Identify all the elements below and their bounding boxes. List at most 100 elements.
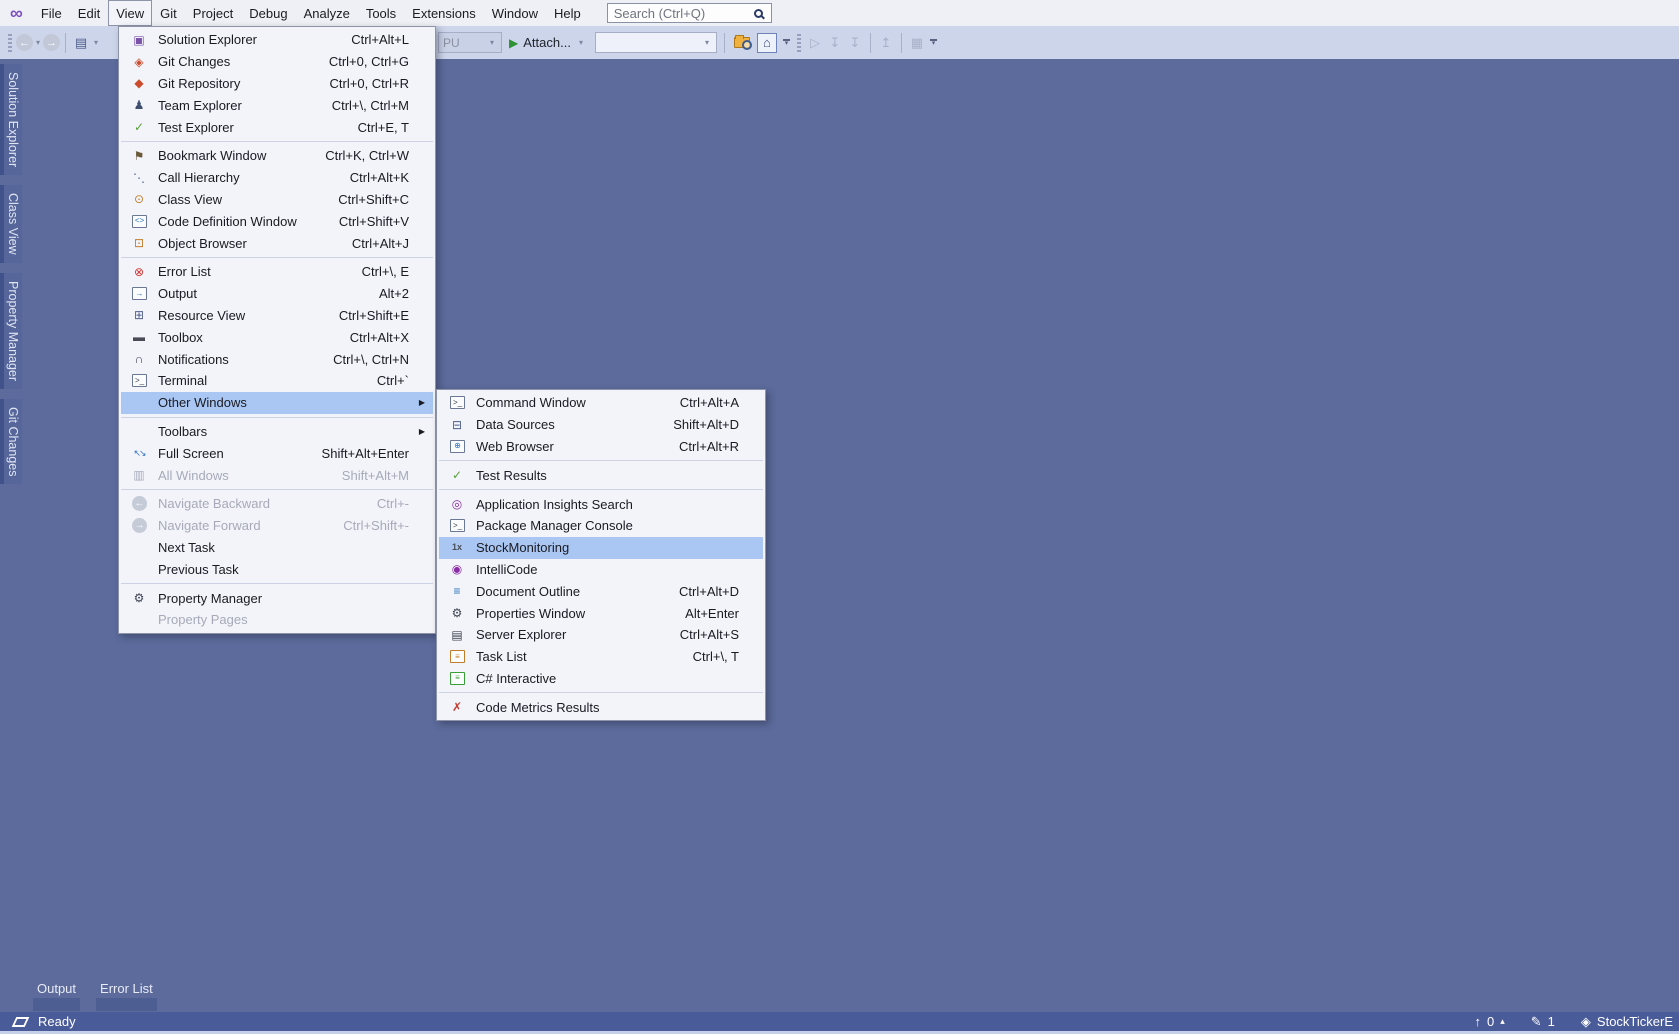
menubar-item[interactable]: Analyze bbox=[296, 0, 358, 26]
repo-name-label[interactable]: StockTickerE bbox=[1597, 1014, 1673, 1029]
menu-item[interactable]: ⊡ Object Browser Ctrl+Alt+J bbox=[119, 232, 435, 254]
menu-item-icon: ∩ bbox=[128, 351, 150, 367]
menu-item[interactable] bbox=[119, 486, 435, 493]
menu-item[interactable]: ⊗ Error List Ctrl+\, E bbox=[119, 261, 435, 283]
toolbar-overflow-button[interactable]: ▾ bbox=[930, 39, 937, 46]
menubar-item[interactable]: Project bbox=[185, 0, 241, 26]
menu-item[interactable]: Toolbars ▶ bbox=[119, 421, 435, 443]
menubar-item[interactable]: Tools bbox=[358, 0, 404, 26]
navigate-forward-button[interactable]: → bbox=[43, 34, 60, 51]
toolbar-grip-handle[interactable] bbox=[797, 34, 801, 52]
menu-item[interactable]: <> Code Definition Window Ctrl+Shift+V bbox=[119, 210, 435, 232]
menu-item[interactable]: ⚙ Property Manager bbox=[119, 587, 435, 609]
menu-item[interactable]: >_ Command Window Ctrl+Alt+A bbox=[437, 392, 765, 414]
menu-item[interactable]: ⊟ Data Sources Shift+Alt+D bbox=[437, 414, 765, 436]
menu-item-icon: ≡ bbox=[450, 672, 465, 685]
toolbar-grip-handle[interactable] bbox=[8, 34, 12, 52]
menu-item[interactable]: ≡ Task List Ctrl+\, T bbox=[437, 646, 765, 668]
side-tab[interactable]: Solution Explorer bbox=[0, 64, 22, 175]
table-grid-disabled-button[interactable]: ▦ bbox=[907, 33, 927, 53]
side-tab[interactable]: Property Manager bbox=[0, 273, 22, 389]
menu-item[interactable]: ✓ Test Results bbox=[437, 464, 765, 486]
menu-item[interactable]: ∩ Notifications Ctrl+\, Ctrl+N bbox=[119, 348, 435, 370]
menu-item[interactable] bbox=[119, 254, 435, 261]
navigate-backward-button[interactable]: ← bbox=[16, 34, 33, 51]
outgoing-commits-count[interactable]: 0 bbox=[1487, 1014, 1494, 1029]
menu-item[interactable]: ← Navigate Backward Ctrl+- bbox=[119, 493, 435, 515]
menu-item[interactable] bbox=[119, 138, 435, 145]
menu-item[interactable]: Previous Task bbox=[119, 558, 435, 580]
debug-target-combo[interactable]: ▾ bbox=[595, 32, 717, 53]
side-tab[interactable]: Class View bbox=[0, 185, 22, 263]
menubar-item[interactable]: View bbox=[108, 0, 152, 26]
menu-item[interactable]: ◎ Application Insights Search bbox=[437, 493, 765, 515]
run-query-disabled-button[interactable]: ▷ bbox=[805, 33, 825, 53]
menu-item[interactable]: ✗ Code Metrics Results bbox=[437, 696, 765, 718]
menu-item[interactable]: >_ Package Manager Console bbox=[437, 515, 765, 537]
menu-item[interactable]: ▤ Server Explorer Ctrl+Alt+S bbox=[437, 624, 765, 646]
commits-collapse-icon[interactable]: ▴ bbox=[1500, 1016, 1505, 1027]
menu-item[interactable]: ✓ Test Explorer Ctrl+E, T bbox=[119, 116, 435, 138]
menu-item[interactable]: ⚑ Bookmark Window Ctrl+K, Ctrl+W bbox=[119, 145, 435, 167]
menubar-item[interactable]: Git bbox=[152, 0, 185, 26]
menu-item[interactable]: → Navigate Forward Ctrl+Shift+- bbox=[119, 515, 435, 537]
menu-item[interactable] bbox=[119, 414, 435, 421]
menu-item[interactable] bbox=[119, 580, 435, 587]
folder-search-icon[interactable] bbox=[734, 37, 750, 48]
menu-item[interactable]: ▬ Toolbox Ctrl+Alt+X bbox=[119, 326, 435, 348]
menu-item-shortcut: Ctrl+Alt+S bbox=[680, 627, 739, 642]
bottom-panel-tab[interactable]: Error List bbox=[96, 981, 157, 1011]
menu-item[interactable]: ≡ C# Interactive bbox=[437, 668, 765, 690]
menu-item[interactable] bbox=[437, 486, 765, 493]
menu-item[interactable]: ◉ IntelliCode bbox=[437, 559, 765, 581]
navigate-backward-dropdown-icon[interactable]: ▾ bbox=[36, 38, 40, 47]
menu-item[interactable]: 1x StockMonitoring bbox=[437, 537, 765, 559]
search-input[interactable]: Search (Ctrl+Q) bbox=[607, 3, 772, 23]
menu-item[interactable]: Other Windows ▶ bbox=[119, 392, 435, 414]
new-window-dropdown-icon[interactable]: ▾ bbox=[94, 38, 98, 47]
new-window-button[interactable]: ▤ bbox=[71, 33, 91, 53]
menu-item[interactable]: ▥ All Windows Shift+Alt+M bbox=[119, 464, 435, 486]
menu-item[interactable] bbox=[437, 457, 765, 464]
menubar-item[interactable]: File bbox=[33, 0, 70, 26]
menu-item[interactable]: → Output Alt+2 bbox=[119, 283, 435, 305]
menu-item[interactable]: ⊞ Resource View Ctrl+Shift+E bbox=[119, 305, 435, 327]
menu-item[interactable]: Next Task bbox=[119, 537, 435, 559]
menu-item[interactable]: Property Pages bbox=[119, 609, 435, 631]
solution-platform-combo[interactable]: PU ▾ bbox=[438, 32, 502, 53]
pending-edits-count[interactable]: 1 bbox=[1548, 1014, 1555, 1029]
side-tab[interactable]: Git Changes bbox=[0, 399, 22, 484]
menubar-item[interactable]: Help bbox=[546, 0, 589, 26]
menu-item[interactable]: ≡ Document Outline Ctrl+Alt+D bbox=[437, 580, 765, 602]
attach-dropdown-icon[interactable]: ▾ bbox=[579, 38, 583, 47]
import-data-alt-disabled-button[interactable]: ↧ bbox=[845, 33, 865, 53]
menu-item[interactable]: ↖↘ Full Screen Shift+Alt+Enter bbox=[119, 442, 435, 464]
menu-item-icon bbox=[128, 539, 150, 555]
menu-item[interactable]: ◆ Git Repository Ctrl+0, Ctrl+R bbox=[119, 73, 435, 95]
menu-item[interactable]: ▣ Solution Explorer Ctrl+Alt+L bbox=[119, 29, 435, 51]
menu-item[interactable]: ⚙ Properties Window Alt+Enter bbox=[437, 602, 765, 624]
menu-item[interactable]: >_ Terminal Ctrl+` bbox=[119, 370, 435, 392]
import-data-disabled-button[interactable]: ↧ bbox=[825, 33, 845, 53]
menu-item-icon: ▤ bbox=[446, 627, 468, 643]
menu-item[interactable]: ⋱ Call Hierarchy Ctrl+Alt+K bbox=[119, 167, 435, 189]
bottom-tab-body bbox=[96, 998, 157, 1011]
menu-item-icon: ▣ bbox=[128, 32, 150, 48]
menu-item[interactable]: ⊙ Class View Ctrl+Shift+C bbox=[119, 189, 435, 211]
menu-item[interactable]: ⊕ Web Browser Ctrl+Alt+R bbox=[437, 436, 765, 458]
export-data-disabled-button[interactable]: ↥ bbox=[876, 33, 896, 53]
menubar-item[interactable]: Extensions bbox=[404, 0, 484, 26]
menu-item[interactable]: ♟ Team Explorer Ctrl+\, Ctrl+M bbox=[119, 94, 435, 116]
menu-item[interactable]: ◈ Git Changes Ctrl+0, Ctrl+G bbox=[119, 51, 435, 73]
menu-item-icon bbox=[128, 561, 150, 577]
bottom-panel-tab[interactable]: Output bbox=[33, 981, 80, 1011]
attach-button[interactable]: ▶ Attach... ▾ bbox=[509, 35, 586, 50]
menubar-item[interactable]: Window bbox=[484, 0, 546, 26]
status-flag-icon bbox=[12, 1017, 30, 1027]
menubar-item[interactable]: Debug bbox=[241, 0, 295, 26]
menu-item[interactable] bbox=[437, 689, 765, 696]
toolbar-overflow-button[interactable]: ▾ bbox=[783, 39, 790, 46]
home-button[interactable]: ⌂ bbox=[757, 33, 777, 53]
menubar-item[interactable]: Edit bbox=[70, 0, 108, 26]
menu-item-icon: >_ bbox=[132, 374, 147, 387]
